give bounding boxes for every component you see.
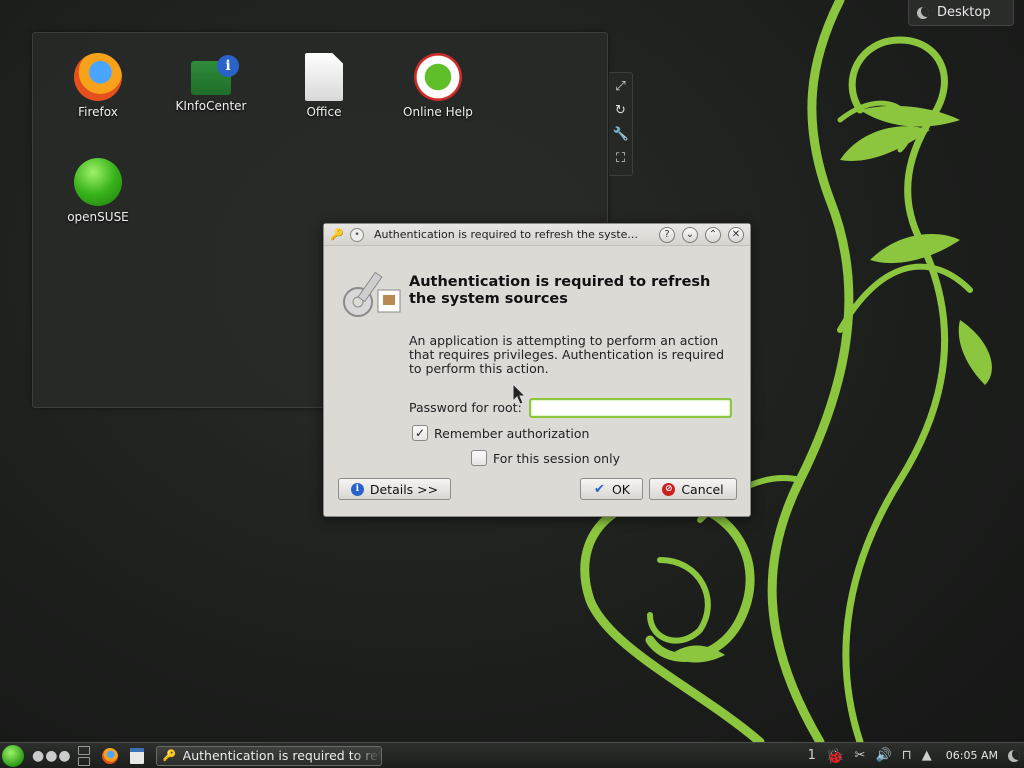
dialog-description: An application is attempting to perform … bbox=[409, 333, 725, 376]
opensuse-icon bbox=[74, 158, 122, 206]
remember-authorization-row[interactable]: ✓ Remember authorization bbox=[412, 425, 589, 441]
system-tray: 1 🐞 ✂ 🔊 ⊓ ▲ 06:05 AM bbox=[808, 747, 1024, 765]
details-button[interactable]: i Details >> bbox=[338, 478, 451, 500]
cancel-button-label: Cancel bbox=[681, 481, 724, 497]
dialog-titlebar[interactable]: 🔑 • Authentication is required to refres… bbox=[324, 224, 750, 246]
desktop-icon-label: Office bbox=[306, 105, 342, 119]
task-authentication-dialog[interactable]: 🔑 Authentication is required to refresh … bbox=[155, 745, 382, 766]
session-only-label: For this session only bbox=[493, 450, 620, 466]
taskbar: ●●● 🔑 Authentication is required to refr… bbox=[0, 742, 1024, 768]
password-label: Password for root: bbox=[409, 400, 522, 415]
ok-button[interactable]: ✔ OK bbox=[580, 478, 643, 500]
bug-report-icon[interactable]: 🐞 bbox=[826, 747, 845, 765]
session-only-checkbox[interactable] bbox=[471, 450, 487, 466]
network-icon[interactable]: ⊓ bbox=[902, 748, 912, 763]
application-launcher-icon[interactable] bbox=[2, 744, 24, 767]
maximize-icon[interactable]: ⛶ bbox=[613, 151, 629, 167]
desktop-activity-button[interactable]: Desktop bbox=[908, 0, 1014, 26]
mouse-cursor-icon bbox=[512, 383, 526, 405]
task-app-icon: 🔑 bbox=[162, 748, 177, 762]
desktop-icon-label: openSUSE bbox=[67, 210, 129, 224]
kinfocenter-icon bbox=[191, 55, 239, 95]
desktop-icon-kinfocenter[interactable]: KInfoCenter bbox=[156, 53, 266, 113]
details-button-label: Details >> bbox=[369, 481, 439, 497]
cancel-button[interactable]: ⊘ Cancel bbox=[649, 478, 737, 500]
info-icon: i bbox=[350, 482, 364, 496]
remember-checkbox[interactable]: ✓ bbox=[412, 425, 428, 441]
cancel-icon: ⊘ bbox=[662, 482, 676, 496]
online-help-icon bbox=[414, 53, 462, 101]
folder-view-toolbar: ⤢ ↻ 🔧 ⛶ bbox=[609, 72, 633, 176]
minimize-icon[interactable]: ⌄ bbox=[682, 226, 698, 243]
clipboard-scissors-icon[interactable]: ✂ bbox=[855, 748, 866, 763]
expand-tray-icon[interactable]: ▲ bbox=[922, 748, 932, 763]
clock[interactable]: 06:05 AM bbox=[946, 749, 998, 762]
close-icon[interactable]: ✕ bbox=[728, 226, 744, 243]
document-launcher-icon[interactable] bbox=[129, 747, 144, 764]
desktop-pager[interactable] bbox=[77, 745, 90, 766]
firefox-launcher-icon[interactable] bbox=[101, 747, 118, 764]
desktop-icon-firefox[interactable]: Firefox bbox=[43, 53, 153, 119]
volume-icon[interactable]: 🔊 bbox=[875, 748, 891, 763]
help-icon[interactable]: ? bbox=[659, 226, 675, 243]
check-icon: ✔ bbox=[594, 481, 605, 497]
session-only-row[interactable]: For this session only bbox=[471, 450, 620, 466]
configure-icon[interactable]: 🔧 bbox=[613, 127, 629, 143]
resize-icon[interactable]: ⤢ bbox=[613, 79, 629, 95]
task-label: Authentication is required to refresh th… bbox=[182, 748, 381, 763]
maximize-icon[interactable]: ⌃ bbox=[705, 226, 721, 243]
desktop-icon-label: Online Help bbox=[403, 105, 473, 119]
desktop-icon-opensuse[interactable]: openSUSE bbox=[43, 158, 153, 224]
ok-button-label: OK bbox=[611, 481, 631, 497]
window-title: Authentication is required to refresh th… bbox=[374, 228, 638, 241]
dialog-headline: Authentication is required to refresh th… bbox=[409, 274, 711, 307]
desktop-number[interactable]: 1 bbox=[808, 748, 816, 763]
desktop-icon-label: Firefox bbox=[78, 105, 118, 119]
desktop-icon-office[interactable]: Office bbox=[269, 53, 379, 119]
desktop-icon-online-help[interactable]: Online Help bbox=[383, 53, 493, 119]
remember-label: Remember authorization bbox=[434, 425, 590, 441]
activity-label: Desktop bbox=[937, 5, 991, 20]
window-menu-button[interactable]: • bbox=[350, 227, 364, 242]
firefox-icon bbox=[74, 53, 122, 101]
desktop-icon-label: KInfoCenter bbox=[175, 99, 247, 113]
activity-icon bbox=[917, 6, 929, 19]
app-icon: 🔑 bbox=[330, 227, 344, 241]
rotate-icon[interactable]: ↻ bbox=[613, 103, 629, 119]
keys-icon bbox=[343, 271, 401, 317]
office-icon bbox=[305, 53, 343, 101]
show-desktop-dots-icon[interactable]: ●●● bbox=[32, 748, 72, 764]
password-field[interactable] bbox=[529, 398, 732, 418]
authentication-dialog: 🔑 • Authentication is required to refres… bbox=[323, 223, 751, 517]
activity-icon[interactable] bbox=[1008, 749, 1020, 762]
